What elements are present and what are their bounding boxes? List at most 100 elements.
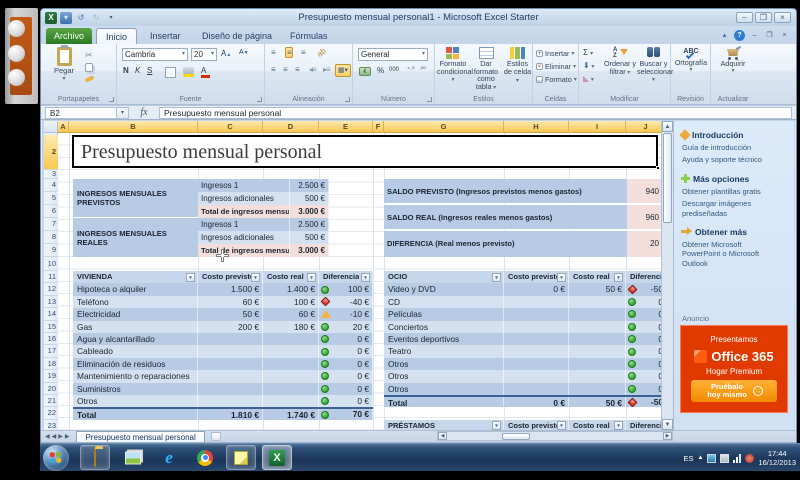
borders-button[interactable] — [165, 67, 176, 78]
taskbar-chrome[interactable] — [190, 445, 220, 470]
filter-icon[interactable]: ▾ — [251, 273, 260, 282]
device-button[interactable] — [8, 20, 25, 37]
accounting-format-button[interactable]: € — [359, 67, 371, 76]
fx-icon[interactable]: fx — [129, 107, 159, 118]
italic-button[interactable]: K — [135, 66, 140, 75]
filter-icon[interactable]: ▾ — [492, 273, 501, 282]
font-color-button[interactable]: A — [201, 66, 210, 78]
row-header[interactable]: 15 — [44, 321, 58, 333]
comma-style-button[interactable]: 000 — [389, 67, 399, 73]
income-row[interactable]: Ingresos adicionales500 € — [198, 231, 329, 244]
table-row[interactable]: Otros0 € — [384, 358, 666, 370]
collapse-ribbon-icon[interactable]: ▴ — [719, 30, 730, 41]
align-center-button[interactable]: ≡ — [283, 65, 287, 74]
increase-indent-button[interactable]: ▸≡ — [323, 65, 330, 74]
vertical-scroll-thumb[interactable] — [663, 133, 672, 223]
insert-cells-button[interactable]: +Insertar▾ — [536, 49, 574, 58]
format-painter-button[interactable] — [85, 73, 94, 85]
taskbar-sticky-notes[interactable] — [226, 445, 256, 470]
table-row[interactable]: Películas0 € — [384, 308, 666, 320]
row-header[interactable]: 22 — [44, 407, 58, 419]
row-header[interactable]: 14 — [44, 308, 58, 320]
increase-decimal-button[interactable]: ⁺·⁰ — [407, 66, 415, 73]
close-button[interactable]: × — [774, 12, 791, 23]
table-total-row[interactable]: Total1.810 €1.740 €70 € — [73, 407, 373, 419]
tray-network-icon[interactable] — [733, 454, 741, 463]
row-header[interactable]: 16 — [44, 333, 58, 345]
filter-icon[interactable]: ▾ — [307, 273, 316, 282]
restore-button[interactable]: ❒ — [755, 12, 772, 23]
balance-row[interactable]: DIFERENCIA (Real menos previsto)20 — [384, 231, 663, 257]
link-plantillas[interactable]: Obtener plantillas gratis — [682, 187, 794, 196]
align-bottom-button[interactable]: ≡ — [301, 48, 305, 57]
filter-icon[interactable]: ▾ — [186, 273, 195, 282]
tray-expand-icon[interactable]: ▲ — [698, 455, 704, 461]
percent-button[interactable]: % — [377, 66, 384, 75]
bold-button[interactable]: N — [123, 66, 129, 75]
table-row[interactable]: Otros0 € — [73, 395, 373, 407]
conditional-formatting-button[interactable]: Formato condicional ▾ — [437, 47, 469, 83]
help-icon[interactable]: ? — [734, 30, 745, 41]
formula-input[interactable]: Presupuesto mensual personal — [159, 107, 792, 119]
cells-area[interactable]: Presupuesto mensual personal INGRESOS ME… — [58, 133, 715, 430]
decrease-decimal-button[interactable]: ·⁰⁰ — [419, 66, 426, 73]
doc-close-icon[interactable]: × — [779, 30, 790, 41]
row-header[interactable]: 3 — [44, 170, 58, 179]
taskbar-clock[interactable]: 17:44 16/12/2013 — [758, 449, 796, 467]
column-header[interactable]: I — [569, 121, 626, 133]
cell-styles-button[interactable]: Estilos de celda ▾ — [503, 47, 532, 84]
tab-formulas[interactable]: Fórmulas — [281, 28, 337, 44]
tray-volume-muted-icon[interactable] — [745, 454, 754, 463]
office365-ad[interactable]: Presentamos Office 365 Hogar Premium Pru… — [680, 325, 788, 413]
vertical-scrollbar[interactable]: ▲ ▼ — [661, 121, 673, 430]
column-header[interactable]: G — [384, 121, 504, 133]
insert-worksheet-icon[interactable] — [211, 432, 221, 441]
income-row[interactable]: Ingresos 12.500 € — [198, 179, 329, 192]
underline-button[interactable]: S — [147, 66, 152, 75]
font-dialog-launcher[interactable] — [257, 97, 262, 102]
merge-center-button[interactable]: ▦▾ — [335, 64, 351, 77]
link-ayuda[interactable]: Ayuda y soporte técnico — [682, 155, 794, 164]
row-header[interactable]: 8 — [44, 231, 58, 244]
table-row[interactable]: Mantenimiento o reparaciones0 € — [73, 370, 373, 382]
table-row[interactable]: Teatro0 € — [384, 345, 666, 357]
row-header[interactable]: 18 — [44, 358, 58, 370]
title-cell[interactable]: Presupuesto mensual personal — [72, 135, 658, 168]
table-row[interactable]: Conciertos0 € — [384, 321, 666, 333]
column-header[interactable]: E — [319, 121, 373, 133]
name-box-dropdown-icon[interactable]: ▾ — [117, 107, 129, 119]
horizontal-scrollbar[interactable]: ◀ ▶ — [437, 431, 673, 441]
clear-button[interactable]: ◣ ▾ — [583, 74, 594, 83]
tray-clipboard-icon[interactable] — [720, 454, 729, 463]
filter-icon[interactable]: ▾ — [614, 421, 623, 430]
row-header[interactable]: 7 — [44, 218, 58, 231]
font-name-combo[interactable]: Cambria▾ — [122, 48, 188, 61]
shrink-font-button[interactable]: A▼ — [239, 49, 249, 56]
row-header[interactable]: 6 — [44, 205, 58, 218]
link-imagenes[interactable]: Descargar imágenes prediseñadas — [682, 199, 794, 218]
link-powerpoint-outlook[interactable]: Obtener Microsoft PowerPoint o Microsoft… — [682, 240, 782, 268]
row-header[interactable]: 10 — [44, 257, 58, 271]
sheet-tab[interactable]: Presupuesto mensual personal — [76, 431, 204, 442]
filter-icon[interactable]: ▾ — [557, 273, 566, 282]
decrease-indent-button[interactable]: ◂≡ — [309, 65, 316, 74]
scroll-right-icon[interactable]: ▶ — [663, 432, 672, 440]
name-box[interactable]: B2 — [45, 107, 117, 119]
row-header[interactable]: 21 — [44, 395, 58, 407]
scroll-up-icon[interactable]: ▲ — [662, 121, 673, 132]
table-row[interactable]: Eliminación de residuos0 € — [73, 358, 373, 370]
select-all-corner[interactable] — [44, 121, 58, 133]
format-as-table-button[interactable]: Dar formato como tabla ▾ — [469, 47, 503, 91]
filter-icon[interactable]: ▾ — [492, 421, 501, 430]
row-header[interactable]: 9 — [44, 244, 58, 257]
row-header[interactable]: 11 — [44, 271, 58, 283]
align-top-button[interactable]: ≡ — [271, 48, 275, 57]
tray-monitor-icon[interactable] — [707, 454, 716, 463]
delete-cells-button[interactable]: ×Eliminar▾ — [536, 62, 576, 71]
table-row[interactable]: Gas200 €180 €20 € — [73, 321, 373, 333]
row-header[interactable]: 13 — [44, 296, 58, 308]
income-prev-label[interactable]: INGRESOS MENSUALES PREVISTOS — [73, 179, 198, 218]
title-bar[interactable]: X ▾ ↺ ▾ ↻ ▾ Presupuesto mensual personal… — [41, 9, 796, 26]
taskbar-photo-gallery[interactable] — [118, 445, 148, 470]
row-header[interactable]: 2 — [44, 135, 58, 170]
